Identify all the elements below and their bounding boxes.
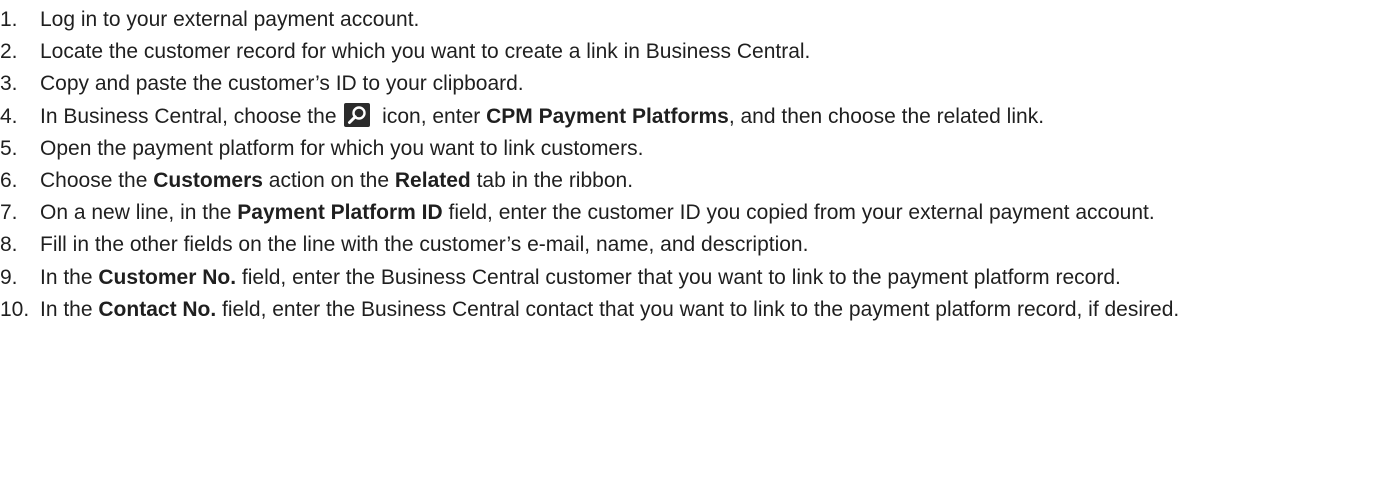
step-text: Choose the Customers action on the Relat… [40, 169, 633, 192]
step-text: In the Customer No. field, enter the Bus… [40, 266, 1121, 289]
step-text: Log in to your external payment account. [40, 8, 419, 31]
step-text: In the Contact No. field, enter the Busi… [40, 298, 1179, 321]
step-text: On a new line, in the Payment Platform I… [40, 201, 1155, 224]
step-text-segment: In Business Central, choose the [40, 104, 343, 128]
step-text-segment: In the [40, 265, 99, 289]
step-item: 2. Locate the customer record for which y… [0, 36, 1396, 68]
bold-term: CPM Payment Platforms [486, 104, 729, 128]
step-item: 3. Copy and paste the customer’s ID to yo… [0, 68, 1396, 100]
step-number: 5. [0, 136, 18, 160]
step-item: 5. Open the payment platform for which yo… [0, 133, 1396, 165]
step-text-segment: Log in to your external payment account. [40, 8, 420, 31]
bold-term: Related [394, 169, 471, 193]
step-number: 3. [0, 72, 18, 96]
step-text-segment: , and then choose the related link. [728, 104, 1045, 128]
step-text: In Business Central, choose the icon, en… [40, 102, 1045, 128]
step-text-segment: icon, enter [376, 104, 487, 128]
step-text-segment: Open the payment platform for which you … [40, 136, 644, 160]
document-page: 1. Log in to your external payment accoun… [0, 0, 1396, 498]
step-number: 9. [0, 265, 18, 289]
step-number: 4. [0, 104, 18, 128]
bold-term: Payment Platform ID [237, 201, 443, 225]
step-text-segment: Locate the customer record for which you… [40, 40, 811, 64]
step-item: 10. In the Contact No. field, enter the B… [0, 294, 1396, 326]
step-text-segment: field, enter the Business Central custom… [236, 265, 1121, 289]
step-number: 8. [0, 233, 18, 257]
step-item: 4. In Business Central, choose the icon, … [0, 101, 1396, 133]
step-text: Copy and paste the customer’s ID to your… [40, 72, 524, 95]
step-text: Open the payment platform for which you … [40, 137, 643, 160]
step-number: 2. [0, 40, 18, 64]
step-text: Locate the customer record for which you… [40, 40, 810, 63]
step-item: 6. Choose the Customers action on the Rel… [0, 165, 1396, 197]
step-number: 1. [0, 8, 18, 31]
step-text-segment: Copy and paste the customer’s ID to your… [40, 72, 524, 96]
step-text-segment: tab in the ribbon. [470, 169, 634, 193]
step-number: 6. [0, 169, 18, 193]
step-text-segment: field, enter the Business Central contac… [216, 297, 1180, 321]
step-number: 7. [0, 201, 18, 225]
step-item: 9. In the Customer No. field, enter the B… [0, 262, 1396, 294]
step-text-segment: On a new line, in the [40, 201, 238, 225]
step-item: 1. Log in to your external payment accoun… [0, 4, 1396, 36]
instruction-steps-list: 1. Log in to your external payment accoun… [0, 0, 1396, 326]
step-number: 10. [0, 297, 30, 321]
step-text-segment: action on the [262, 169, 395, 193]
step-text: Fill in the other fields on the line wit… [40, 233, 808, 256]
bold-term: Contact No. [98, 297, 217, 321]
step-text-segment: Fill in the other fields on the line wit… [40, 233, 809, 257]
step-text-segment: Choose the [40, 169, 154, 193]
search-icon [344, 102, 371, 127]
bold-term: Customers [153, 169, 263, 193]
step-text-segment: field, enter the customer ID you copied … [442, 201, 1155, 225]
step-text-segment: In the [40, 297, 99, 321]
step-item: 7. On a new line, in the Payment Platform… [0, 197, 1396, 229]
step-item: 8. Fill in the other fields on the line w… [0, 229, 1396, 261]
bold-term: Customer No. [98, 265, 237, 289]
